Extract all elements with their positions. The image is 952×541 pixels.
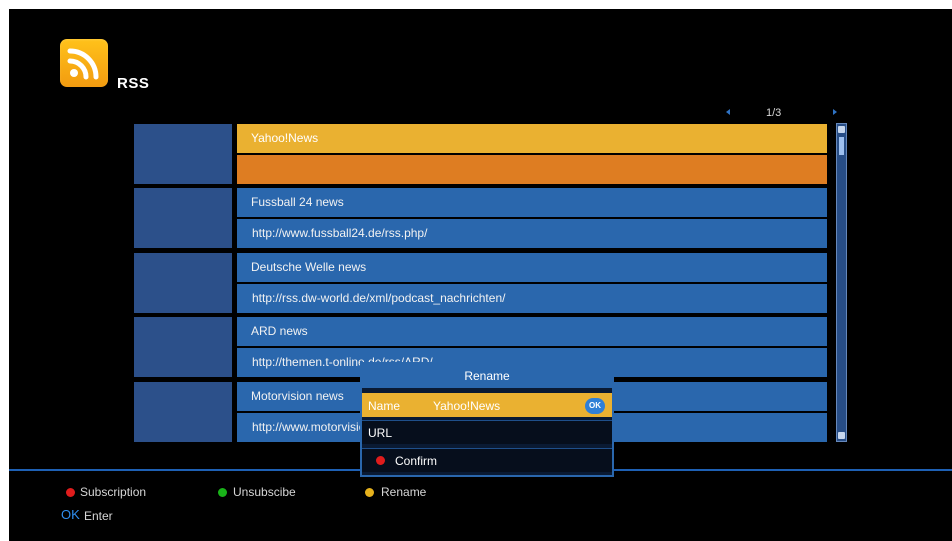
feed-row[interactable]: Fussball 24 news http://www.fussball24.d…	[134, 188, 827, 248]
yellow-key-icon	[365, 488, 374, 497]
rename-dialog: Rename Name Yahoo!News OK URL Confirm	[360, 362, 614, 477]
url-field[interactable]: URL	[362, 420, 612, 444]
subscription-hint[interactable]: Subscription	[80, 485, 146, 499]
feed-thumbnail	[134, 253, 232, 313]
red-key-icon	[66, 488, 75, 497]
name-field-value: Yahoo!News	[433, 399, 501, 413]
page-indicator: 1/3	[766, 107, 782, 119]
scroll-thumb[interactable]	[839, 137, 844, 155]
feed-row-selected[interactable]: Yahoo!News	[134, 124, 827, 184]
enter-hint[interactable]: Enter	[84, 509, 113, 523]
feed-name: ARD news	[237, 317, 827, 346]
feed-thumbnail	[134, 382, 232, 442]
scroll-down-icon[interactable]	[838, 432, 845, 439]
feed-url	[237, 155, 827, 184]
scroll-up-icon[interactable]	[838, 126, 845, 133]
red-key-icon	[376, 456, 385, 465]
tv-screen: RSS 1/3 Yahoo!News Fussball 24 news http…	[9, 9, 952, 541]
dialog-title: Rename	[362, 364, 612, 388]
page-left-icon[interactable]	[726, 109, 730, 115]
rename-hint[interactable]: Rename	[381, 485, 426, 499]
feed-thumbnail	[134, 188, 232, 248]
url-field-label: URL	[368, 426, 393, 440]
green-key-icon	[218, 488, 227, 497]
feed-row[interactable]: Deutsche Welle news http://rss.dw-world.…	[134, 253, 827, 313]
name-field[interactable]: Name Yahoo!News OK	[362, 393, 612, 417]
feed-url: http://www.fussball24.de/rss.php/	[237, 219, 827, 248]
page-right-icon[interactable]	[833, 109, 837, 115]
feed-name: Yahoo!News	[237, 124, 827, 153]
page-title: RSS	[117, 75, 150, 92]
feed-name: Fussball 24 news	[237, 188, 827, 217]
rss-icon	[60, 39, 108, 87]
feed-thumbnail	[134, 317, 232, 377]
list-scrollbar[interactable]	[836, 123, 847, 442]
feed-thumbnail	[134, 124, 232, 184]
confirm-button[interactable]: Confirm	[362, 448, 612, 472]
name-field-label: Name	[368, 399, 401, 413]
feed-name: Deutsche Welle news	[237, 253, 827, 282]
confirm-label: Confirm	[395, 454, 438, 468]
feed-url: http://rss.dw-world.de/xml/podcast_nachr…	[237, 284, 827, 313]
unsubscribe-hint[interactable]: Unsubscibe	[233, 485, 296, 499]
ok-icon[interactable]: OK	[585, 398, 605, 414]
ok-key-label: OK	[61, 507, 80, 522]
